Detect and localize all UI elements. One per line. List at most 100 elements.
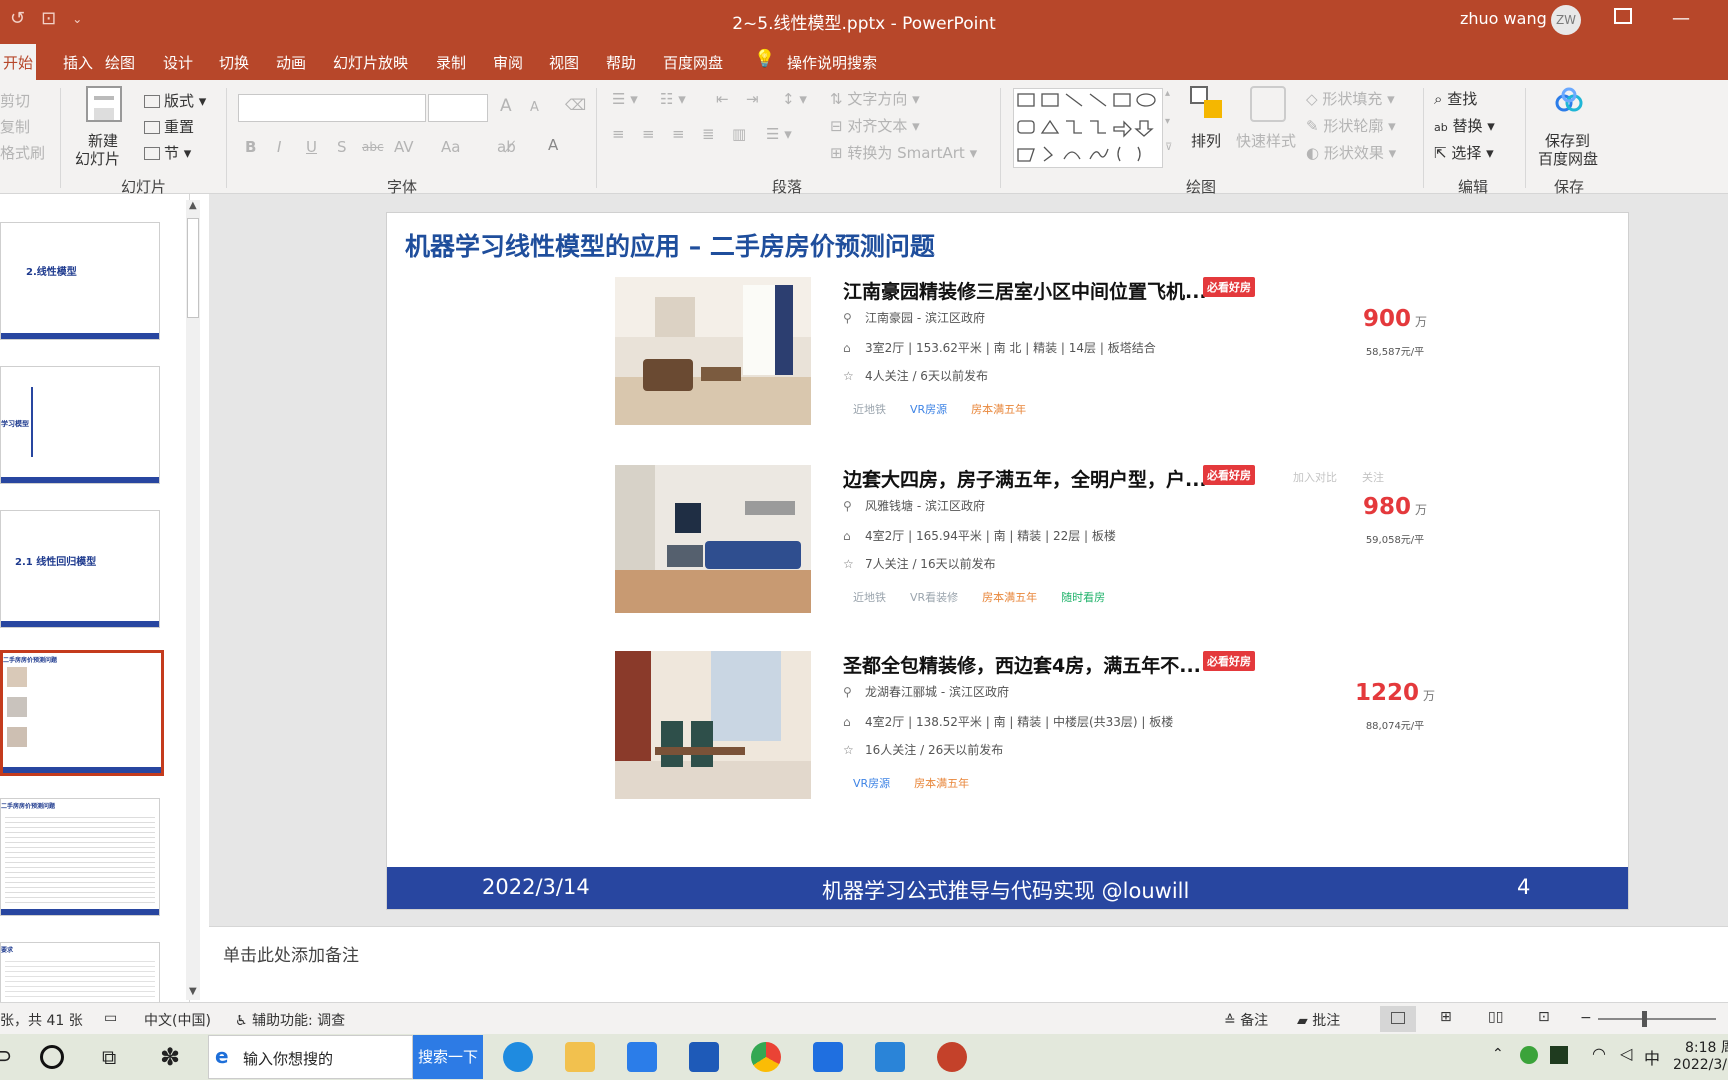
shadow-button[interactable]: S	[337, 138, 347, 156]
tray-overflow-icon[interactable]: ⌃	[1492, 1046, 1504, 1062]
replace-button[interactable]: ab 替换 ▾	[1434, 115, 1495, 136]
char-spacing-button[interactable]: AV	[394, 138, 414, 156]
select-button[interactable]: ⇱ 选择 ▾	[1434, 142, 1494, 163]
section-button[interactable]: 节 ▾	[144, 142, 191, 163]
tab-transitions[interactable]: 切换	[219, 52, 249, 73]
align-text-button[interactable]: ⊟ 对齐文本 ▾	[830, 115, 920, 136]
arrange-button[interactable]: 排列	[1191, 130, 1221, 151]
font-color-button[interactable]: A	[548, 136, 558, 154]
quick-styles-icon[interactable]	[1250, 86, 1286, 122]
language-status[interactable]: 中文(中国)	[144, 1010, 211, 1030]
shape-effects-button[interactable]: ◐ 形状效果 ▾	[1306, 142, 1396, 163]
volume-icon[interactable]: ◁	[1620, 1044, 1632, 1063]
slide[interactable]: 机器学习线性模型的应用 – 二手房房价预测问题 江南豪园精装修三居室小区中间位置…	[386, 212, 1629, 910]
edge-icon[interactable]	[503, 1042, 533, 1072]
slide-thumbnail[interactable]: 2.线性模型	[0, 222, 160, 340]
tab-help[interactable]: 帮助	[606, 52, 636, 73]
reading-view-button[interactable]: ▯▯	[1478, 1006, 1514, 1032]
reset-button[interactable]: 重置	[144, 116, 194, 137]
pinned-app-icon[interactable]: ✽	[160, 1043, 180, 1071]
notes-placeholder[interactable]: 单击此处添加备注	[223, 941, 359, 966]
slideshow-button[interactable]: ⊡	[1528, 1006, 1564, 1032]
gallery-scroll-up-icon[interactable]: ▴	[1165, 88, 1170, 99]
slide-thumbnail[interactable]: 2.1 线性回归模型	[0, 510, 160, 628]
mail-icon[interactable]	[627, 1042, 657, 1072]
tab-draw[interactable]: 绘图	[105, 52, 135, 73]
tab-slideshow[interactable]: 幻灯片放映	[333, 52, 408, 73]
minimize-icon[interactable]: —	[1672, 8, 1690, 29]
decrease-indent-icon[interactable]: ⇤	[716, 90, 729, 108]
save-baidu-button[interactable]: 百度网盘	[1538, 148, 1598, 169]
gallery-scroll-down-icon[interactable]: ▾	[1165, 116, 1170, 127]
quick-styles-button[interactable]: 快速样式	[1236, 130, 1296, 151]
start-icon[interactable]: ⊃	[0, 1044, 12, 1069]
columns-icon[interactable]: ▥	[732, 125, 746, 143]
scrollbar-thumb[interactable]	[187, 218, 199, 318]
powerpoint-icon[interactable]	[937, 1042, 967, 1072]
photos-icon[interactable]	[875, 1042, 905, 1072]
gallery-more-icon[interactable]: ⊽	[1165, 142, 1172, 153]
distribute-icon[interactable]: ☰ ▾	[766, 125, 792, 143]
store-icon[interactable]	[689, 1042, 719, 1072]
slide-title[interactable]: 机器学习线性模型的应用 – 二手房房价预测问题	[405, 227, 935, 263]
listing-title[interactable]: 圣都全包精装修，西边套4房，满五年不...	[843, 651, 1201, 678]
chrome-icon[interactable]	[751, 1042, 781, 1072]
scroll-down-icon[interactable]: ▼	[189, 986, 197, 997]
shrink-font-button[interactable]: A	[530, 100, 539, 115]
watch-link[interactable]: 关注	[1362, 469, 1384, 485]
tab-review[interactable]: 审阅	[493, 52, 523, 73]
tray-app-icon[interactable]	[1520, 1046, 1538, 1064]
notes-pane[interactable]: 单击此处添加备注	[209, 926, 1728, 1002]
shape-outline-button[interactable]: ✎ 形状轮廓 ▾	[1306, 115, 1396, 136]
listing-card[interactable]: 圣都全包精装修，西边套4房，满五年不... 必看好房 ⚲ 龙湖春江郦城 - 滨江区…	[615, 651, 1435, 801]
user-name[interactable]: zhuo wang	[1460, 9, 1547, 28]
shape-fill-button[interactable]: ◇ 形状填充 ▾	[1306, 88, 1395, 109]
highlight-icon[interactable]: ab̸	[497, 138, 516, 156]
tab-design[interactable]: 设计	[163, 52, 193, 73]
zoom-out-icon[interactable]: −	[1580, 1010, 1592, 1026]
justify-icon[interactable]: ≣	[702, 125, 715, 143]
listing-card[interactable]: 江南豪园精装修三居室小区中间位置飞机... 必看好房 ⚲ 江南豪园 - 滨江区政府…	[615, 277, 1427, 427]
taskbar-search-button[interactable]: 搜索一下	[413, 1035, 483, 1079]
slide-thumbnail-current[interactable]: 二手房房价预测问题	[0, 650, 164, 776]
underline-button[interactable]: U	[306, 138, 317, 156]
new-slide-icon[interactable]	[86, 86, 122, 122]
cut-button[interactable]: 剪切	[0, 90, 30, 111]
tab-baidu[interactable]: 百度网盘	[663, 52, 723, 73]
slide-thumbnail[interactable]: 要求	[0, 942, 160, 1002]
font-size-box[interactable]	[428, 94, 488, 122]
compare-link[interactable]: 加入对比	[1293, 469, 1337, 485]
clear-formatting-icon[interactable]: ⌫	[565, 96, 586, 114]
format-painter-button[interactable]: 格式刷	[0, 142, 45, 163]
thumbnail-scrollbar[interactable]: ▲ ▼	[186, 200, 200, 1000]
scroll-up-icon[interactable]: ▲	[189, 200, 197, 211]
zoom-slider-handle[interactable]	[1642, 1011, 1647, 1027]
shapes-gallery[interactable]	[1013, 88, 1163, 168]
slide-sorter-button[interactable]: ⊞	[1430, 1006, 1466, 1032]
taskbar-search-input[interactable]: 输入你想搜的	[243, 1048, 333, 1069]
avatar[interactable]: ZW	[1551, 5, 1581, 35]
find-button[interactable]: ⌕ 查找	[1434, 88, 1477, 109]
listing-title[interactable]: 边套大四房，房子满五年，全明户型，户...	[843, 465, 1207, 492]
numbering-icon[interactable]: ☷ ▾	[660, 90, 686, 108]
tab-home[interactable]: 开始	[0, 44, 36, 80]
line-spacing-icon[interactable]: ↕ ▾	[782, 90, 807, 108]
pinned-app-icon-2[interactable]	[813, 1042, 843, 1072]
task-view-icon[interactable]: ⧉	[102, 1045, 116, 1069]
tab-animations[interactable]: 动画	[276, 52, 306, 73]
comments-toggle[interactable]: ▰ 批注	[1297, 1010, 1340, 1030]
text-direction-button[interactable]: ⇅ 文字方向 ▾	[830, 88, 920, 109]
tell-me-search[interactable]: 操作说明搜索	[787, 52, 877, 73]
grow-font-button[interactable]: A	[500, 96, 512, 116]
ime-indicator[interactable]: 中	[1644, 1045, 1660, 1069]
zoom-slider[interactable]	[1598, 1018, 1716, 1020]
align-left-icon[interactable]: ≡	[612, 125, 625, 143]
nvidia-icon[interactable]	[1550, 1046, 1568, 1064]
wifi-icon[interactable]: ◠	[1592, 1044, 1606, 1063]
italic-button[interactable]: I	[277, 138, 281, 156]
tab-insert[interactable]: 插入	[63, 52, 93, 73]
notes-toggle[interactable]: ≙ 备注	[1224, 1010, 1268, 1030]
baidu-cloud-icon[interactable]	[1554, 86, 1584, 116]
font-name-box[interactable]	[238, 94, 426, 122]
tab-record[interactable]: 录制	[436, 52, 466, 73]
